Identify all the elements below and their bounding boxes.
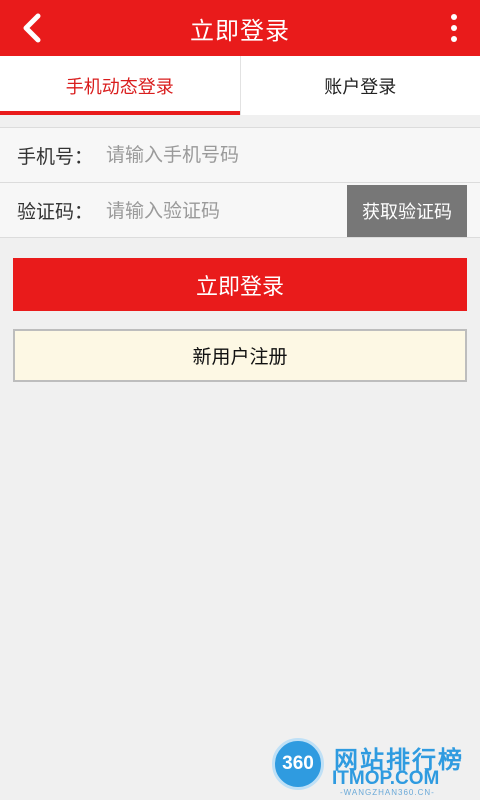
login-tabs: 手机动态登录 账户登录 <box>0 56 480 115</box>
watermark-sub: -WANGZHAN360.CN- <box>340 788 435 797</box>
phone-input[interactable] <box>92 144 322 166</box>
watermark-name-en: ITMOP.COM <box>332 768 440 789</box>
phone-row: 手机号： <box>0 128 480 183</box>
login-button[interactable]: 立即登录 <box>13 258 467 311</box>
login-form: 手机号： 验证码： 获取验证码 <box>0 127 480 238</box>
app-header: 立即登录 <box>0 0 480 56</box>
code-label: 验证码： <box>17 201 94 223</box>
watermark-logo: 360 <box>272 738 324 790</box>
register-button[interactable]: 新用户注册 <box>13 329 467 382</box>
page-title: 立即登录 <box>190 16 290 45</box>
back-button[interactable] <box>12 8 52 48</box>
get-code-button[interactable]: 获取验证码 <box>347 185 467 237</box>
tab-account-login[interactable]: 账户登录 <box>239 56 480 115</box>
chevron-left-icon <box>23 13 41 43</box>
more-vertical-icon <box>451 14 457 20</box>
code-row: 验证码： 获取验证码 <box>0 183 480 238</box>
code-input[interactable] <box>92 199 322 222</box>
more-menu-button[interactable] <box>442 8 466 48</box>
watermark: 360 网站排行榜 ITMOP.COM -WANGZHAN360.CN- <box>272 738 480 800</box>
phone-label: 手机号： <box>17 145 94 168</box>
tab-phone-login[interactable]: 手机动态登录 <box>0 56 240 115</box>
